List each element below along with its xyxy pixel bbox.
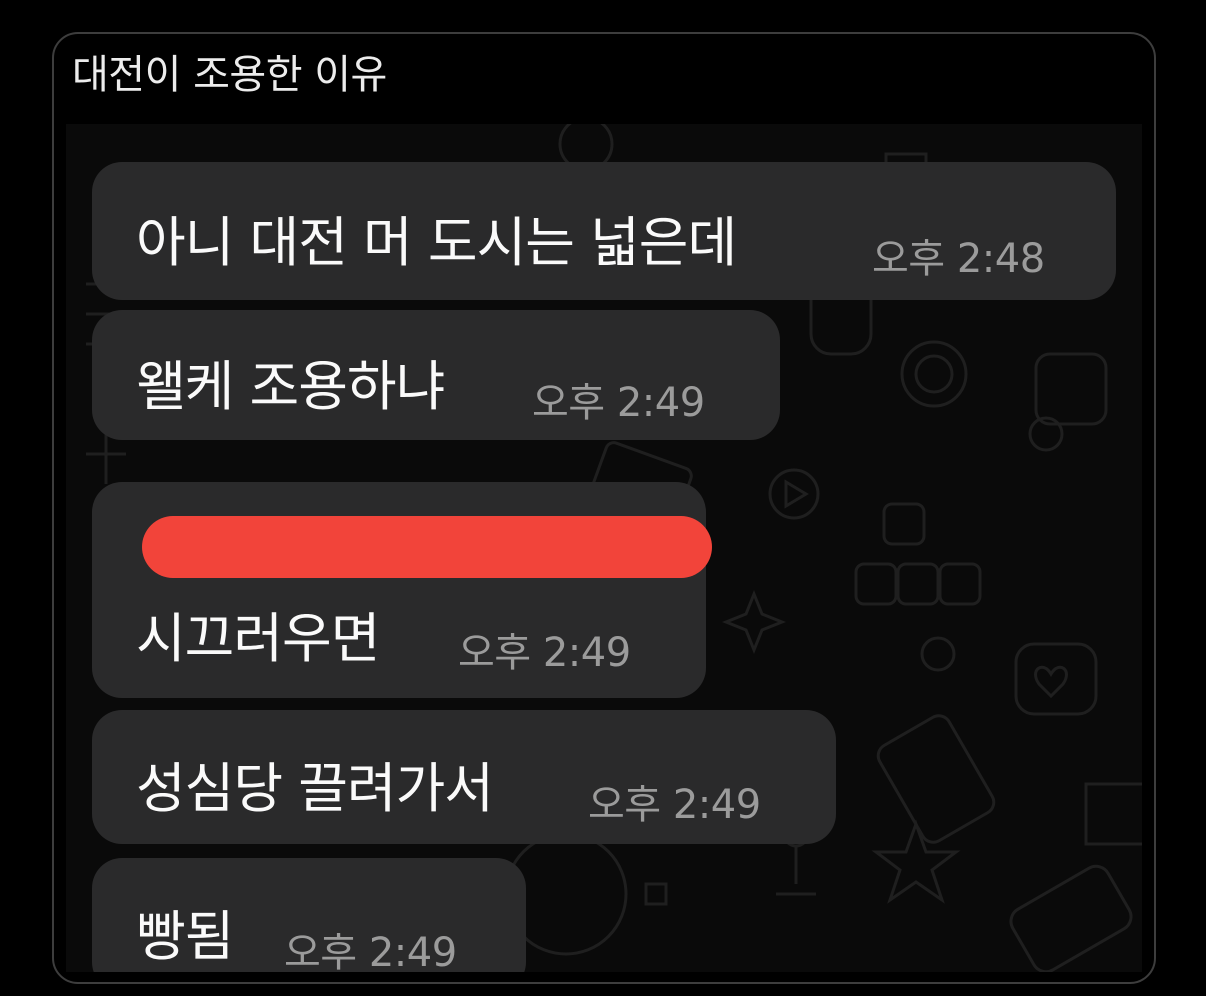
post-title: 대전이 조용한 이유	[72, 52, 387, 98]
message-time: 오후 2:48	[872, 236, 1045, 282]
message-time: 오후 2:49	[458, 630, 631, 676]
message-text: 왤케 조용하냐	[136, 355, 445, 418]
message-bubble-1[interactable]: 아니 대전 머 도시는 넓은데 오후 2:48	[92, 162, 1116, 300]
message-text: 아니 대전 머 도시는 넓은데	[136, 211, 737, 274]
message-bubble-3[interactable]: 시끄러우면 오후 2:49	[92, 482, 712, 698]
message-bubble-4[interactable]: 성심당 끌려가서 오후 2:49	[92, 710, 836, 844]
message-text: 빵됨	[136, 905, 234, 968]
post-card: 대전이 조용한 이유 아니 대전 머 도시는 넓은데 오후 2:48 왤케 조용…	[52, 32, 1156, 984]
message-time: 오후 2:49	[588, 782, 761, 828]
message-time: 오후 2:49	[284, 930, 457, 972]
redaction-mark	[142, 516, 712, 578]
message-time: 오후 2:49	[532, 380, 705, 426]
message-bubble-5[interactable]: 빵됨 오후 2:49	[92, 858, 526, 972]
chat-area[interactable]: 아니 대전 머 도시는 넓은데 오후 2:48 왤케 조용하냐 오후 2:49 …	[66, 124, 1142, 972]
message-text: 성심당 끌려가서	[136, 757, 494, 820]
message-bubble-2[interactable]: 왤케 조용하냐 오후 2:49	[92, 310, 780, 440]
message-text: 시끄러우면	[136, 607, 380, 670]
